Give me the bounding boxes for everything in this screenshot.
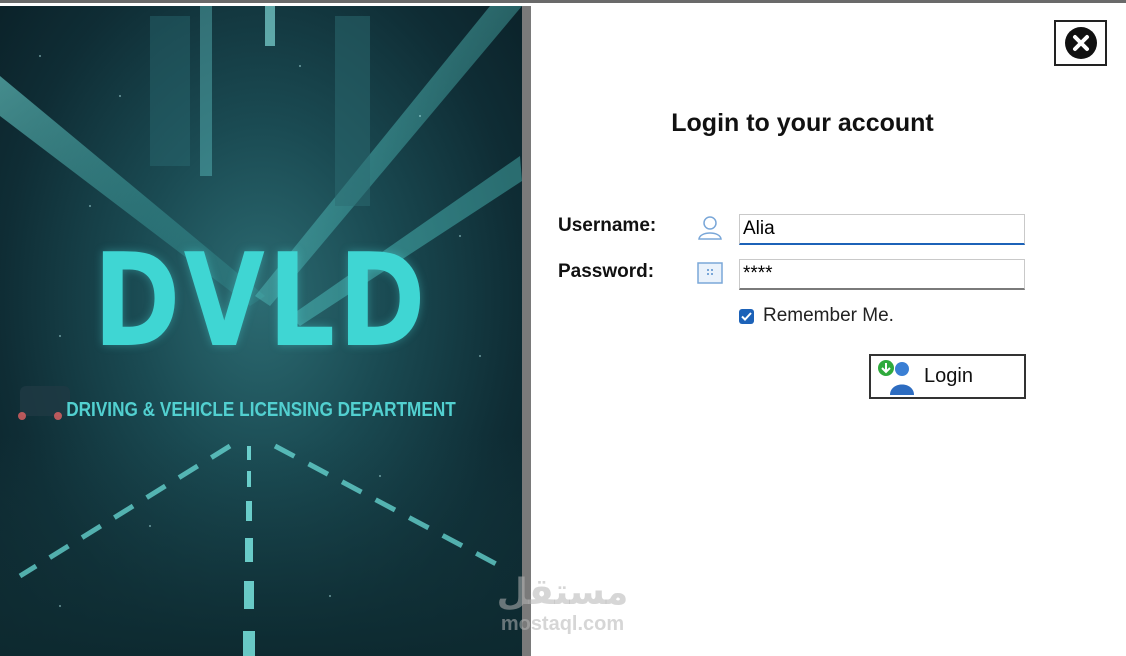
remember-me-row[interactable]: Remember Me. [739, 305, 894, 327]
dvld-logo: DVLD [93, 227, 429, 376]
keypad-icon [697, 262, 723, 289]
users-login-icon [878, 359, 914, 395]
login-button-label: Login [924, 365, 973, 387]
banner-image: DVLD DRIVING & VEHICLE LICENSING DEPARTM… [0, 6, 522, 656]
password-input[interactable] [739, 259, 1025, 290]
close-circle-x-icon [1064, 27, 1097, 59]
panel-divider [522, 6, 531, 656]
close-button[interactable] [1054, 20, 1107, 66]
login-window: DVLD DRIVING & VEHICLE LICENSING DEPARTM… [0, 0, 1126, 656]
remember-me-label: Remember Me. [763, 305, 894, 326]
department-tagline: DRIVING & VEHICLE LICENSING DEPARTMENT [66, 399, 456, 421]
login-button[interactable]: Login [869, 354, 1026, 399]
remember-me-checkbox[interactable] [739, 308, 754, 324]
user-icon [697, 214, 723, 245]
watermark-arabic: مستقل [496, 572, 629, 613]
watermark-latin: mostaql.com [500, 613, 625, 635]
password-label: Password: [558, 261, 655, 282]
watermark: مستقل mostaql.com [490, 575, 635, 636]
page-title: Login to your account [671, 109, 934, 137]
username-input[interactable] [739, 214, 1025, 245]
username-label: Username: [558, 215, 657, 236]
checkmark-icon [741, 311, 752, 321]
